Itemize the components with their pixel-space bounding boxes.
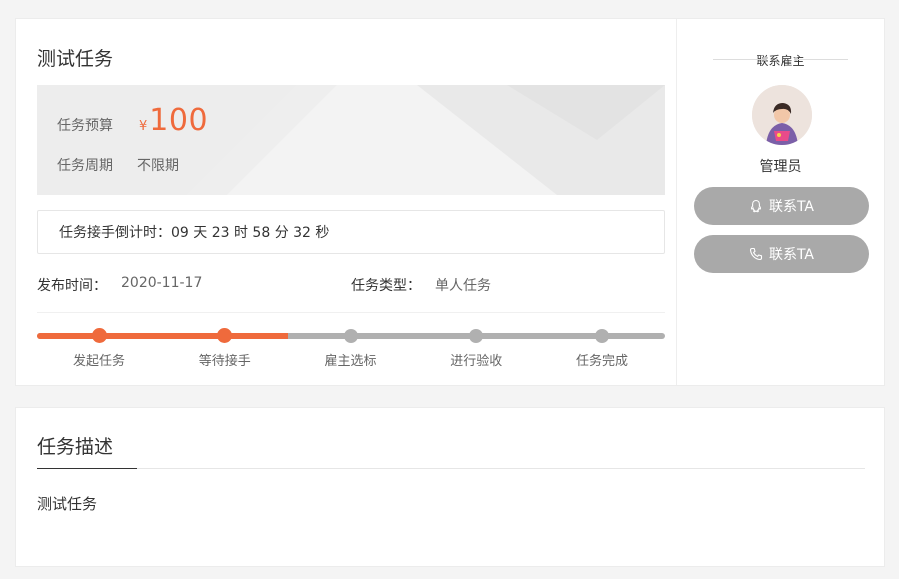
phone-icon (749, 247, 763, 261)
contact-panel: 联系雇主 管理员 联系TA 联系TA (677, 19, 884, 385)
avatar-illustration (752, 85, 812, 145)
task-description-card: 任务描述 测试任务 (15, 407, 885, 567)
task-description-body: 测试任务 (37, 495, 98, 513)
step-label: 进行验收 (450, 354, 503, 369)
contact-phone-button[interactable]: 联系TA (694, 235, 869, 273)
contact-qq-button[interactable]: 联系TA (694, 187, 869, 225)
period-value: 不限期 (137, 158, 179, 174)
progress-step: 等待接手 (175, 325, 275, 369)
publish-time-value: 2020-11-17 (121, 275, 203, 291)
contact-heading: 联系雇主 (677, 52, 884, 69)
contact-phone-label: 联系TA (768, 247, 815, 263)
step-label: 任务完成 (575, 354, 628, 369)
countdown-box: 任务接手倒计时：09 天 23 时 58 分 32 秒 (37, 210, 665, 254)
budget-row: 任务预算 ¥ 100 (57, 103, 208, 138)
period-row: 任务周期 不限期 (57, 155, 179, 175)
task-progress: 发起任务 等待接手 雇主选标 进行验收 任务完成 (37, 325, 665, 371)
currency-symbol: ¥ (139, 119, 148, 134)
step-label: 等待接手 (198, 354, 251, 369)
step-label: 发起任务 (72, 354, 125, 369)
avatar (752, 85, 812, 145)
publish-time: 发布时间： 2020-11-17 (37, 275, 202, 295)
publish-time-label: 发布时间： (37, 278, 107, 294)
budget-amount: 100 (149, 103, 209, 138)
divider (37, 312, 665, 313)
task-type-value: 单人任务 (435, 278, 491, 294)
step-dot (217, 328, 233, 343)
heading-line-right (796, 59, 848, 60)
budget-label: 任务预算 (57, 118, 113, 134)
budget-background-decoration (37, 85, 665, 195)
page-title: 测试任务 (37, 48, 114, 70)
progress-step: 发起任务 (49, 325, 149, 369)
step-label: 雇主选标 (324, 354, 377, 369)
contact-qq-label: 联系TA (768, 199, 815, 215)
budget-box: 任务预算 ¥ 100 任务周期 不限期 (37, 85, 665, 195)
period-label: 任务周期 (57, 158, 113, 174)
tab-task-description[interactable]: 任务描述 (37, 432, 113, 459)
progress-step: 任务完成 (552, 325, 652, 369)
qq-icon (749, 199, 763, 213)
heading-line-left (713, 59, 765, 60)
step-dot (469, 329, 484, 343)
tab-divider (37, 468, 865, 469)
step-dot (595, 329, 609, 343)
task-type-label: 任务类型： (351, 278, 421, 294)
progress-step: 进行验收 (426, 325, 526, 369)
task-type: 任务类型： 单人任务 (351, 275, 491, 295)
employer-name: 管理员 (759, 159, 802, 175)
progress-step: 雇主选标 (301, 325, 401, 369)
step-dot (91, 328, 107, 343)
heading-dot-left (763, 57, 767, 61)
task-info-panel: 测试任务 任务预算 ¥ 100 任务周期 不限期 任务接手倒计时：09 天 23… (16, 19, 676, 385)
task-overview-card: 测试任务 任务预算 ¥ 100 任务周期 不限期 任务接手倒计时：09 天 23… (15, 18, 885, 386)
step-dot (343, 329, 358, 343)
tab-active-indicator (37, 468, 137, 469)
